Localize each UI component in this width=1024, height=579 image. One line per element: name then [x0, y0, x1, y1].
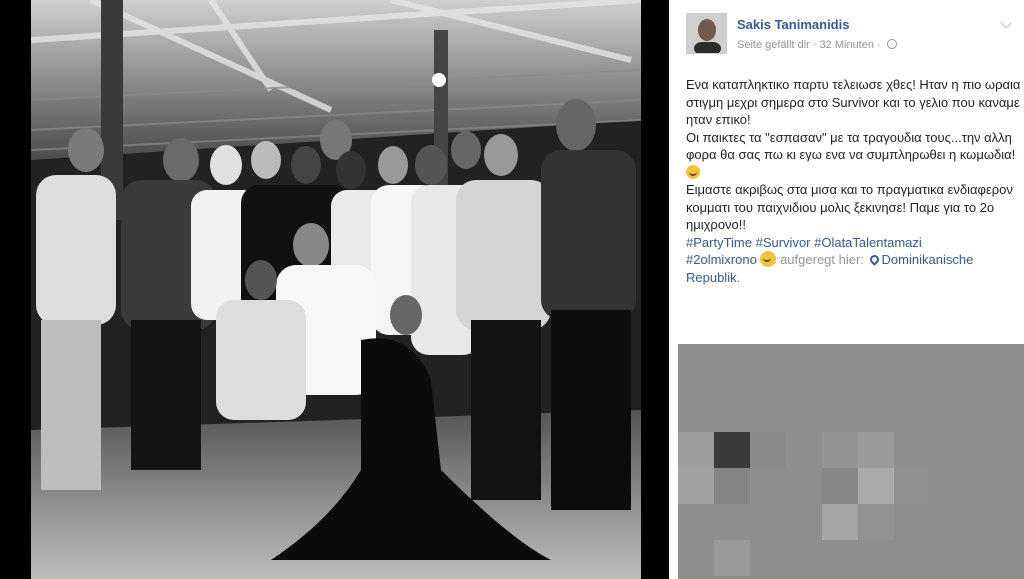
laughing-emoji-icon	[686, 164, 700, 179]
post-feeling-location: #2olmixrono aufgeregt hier: Dominikanisc…	[686, 251, 974, 285]
post-paragraph-2: Οι παικτες τα "εσπασαν" με τα τραγουδια …	[686, 129, 1021, 182]
post-hashtags: #PartyTime #Survivor #OlataTalentamazi	[686, 234, 1021, 252]
post-photo[interactable]	[31, 0, 641, 579]
post-side-panel: Sakis Tanimanidis Seite gefällt dir · 32…	[669, 0, 1024, 579]
avatar-photo	[687, 14, 726, 53]
globe-icon	[886, 39, 897, 49]
post-text: Ενα καταπληκτικο παρτυ τελειωσε χθες! Ητ…	[686, 76, 1021, 286]
location-pin-icon	[867, 253, 881, 266]
post-header: Sakis Tanimanidis Seite gefällt dir · 32…	[686, 13, 1014, 57]
avatar[interactable]	[686, 13, 727, 54]
hashtag-links[interactable]: #PartyTime #Survivor #OlataTalentamazi	[686, 235, 922, 250]
feeling-emoji-icon	[760, 251, 777, 267]
post-paragraph-1: Ενα καταπληκτικο παρτυ τελειωσε χθες! Ητ…	[686, 77, 1021, 127]
post-paragraph-3: Ειμαστε ακριβως στα μισα και το πραγματι…	[686, 182, 1013, 232]
post-timestamp[interactable]: 32 Minuten	[820, 39, 874, 51]
viewer-divider	[641, 0, 669, 579]
post-meta: Seite gefällt dir · 32 Minuten ·	[737, 39, 897, 51]
hashtag-link-2olmixrono[interactable]: #2olmixrono	[686, 252, 757, 267]
group-photo-image	[31, 0, 641, 579]
left-backdrop	[0, 0, 31, 579]
page-liked-text[interactable]: Seite gefällt dir	[737, 39, 810, 51]
feeling-text: aufgeregt hier:	[780, 252, 864, 267]
author-name[interactable]: Sakis Tanimanidis	[737, 17, 849, 32]
blurred-content	[678, 344, 1024, 579]
chevron-down-icon[interactable]	[1000, 17, 1012, 29]
